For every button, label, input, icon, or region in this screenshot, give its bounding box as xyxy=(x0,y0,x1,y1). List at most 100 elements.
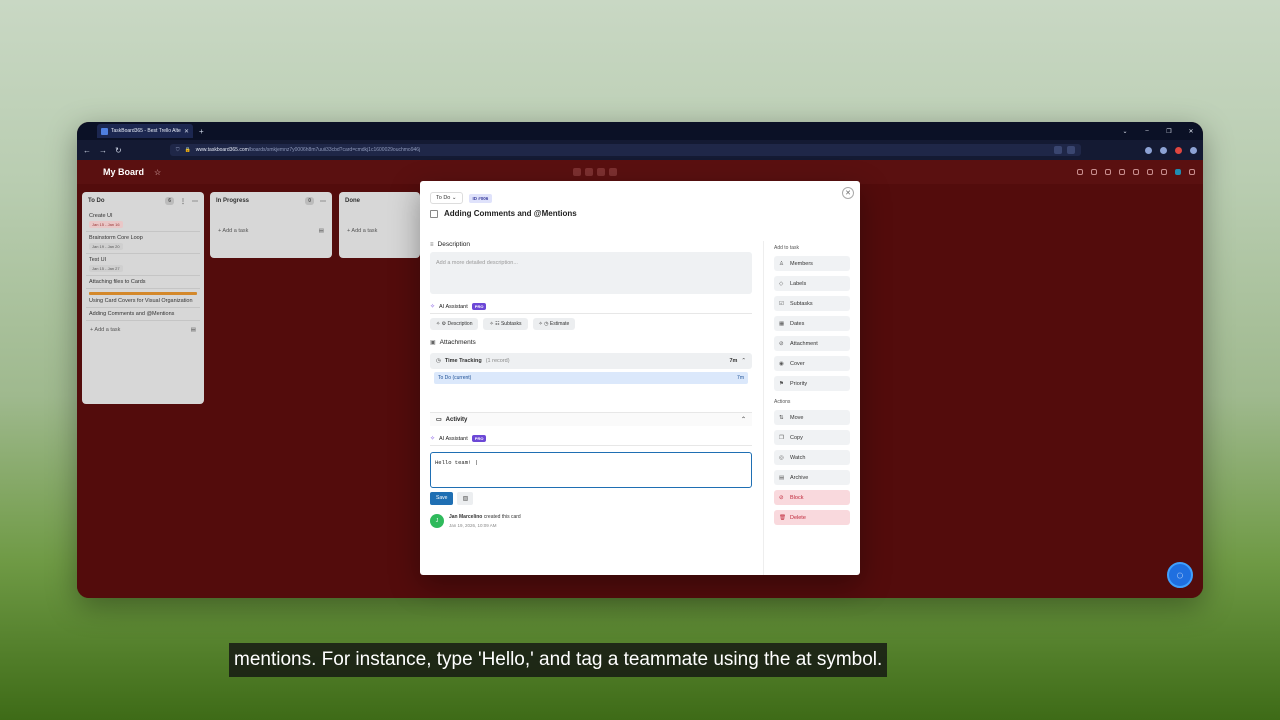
id-badge: ID #006 xyxy=(468,193,493,203)
labels-label: Labels xyxy=(790,280,807,287)
chart-icon[interactable] xyxy=(1077,169,1083,175)
tag-icon: ◇ xyxy=(779,280,784,287)
forward-icon[interactable]: → xyxy=(99,146,107,155)
extension-icon[interactable] xyxy=(1145,146,1152,154)
image-icon[interactable]: ▧ xyxy=(457,492,474,505)
new-tab-icon[interactable]: + xyxy=(199,127,204,136)
save-button[interactable]: Save xyxy=(430,492,454,505)
complete-checkbox[interactable] xyxy=(430,209,438,218)
ai-estimate-button[interactable]: ✧ ◷ Estimate xyxy=(532,318,576,330)
close-tab-icon[interactable]: ✕ xyxy=(184,128,189,135)
browser-tab[interactable]: TaskBoard365 - Best Trello Alte ✕ xyxy=(97,124,193,138)
members-button[interactable]: ♙ Members xyxy=(774,256,850,271)
list-view-icon[interactable] xyxy=(585,168,594,176)
add-task-button[interactable]: + Add a task xyxy=(339,210,420,240)
ai-icon[interactable] xyxy=(1119,169,1125,175)
close-icon[interactable]: ✕ xyxy=(842,187,854,199)
archive-button[interactable]: ▤ Archive xyxy=(774,470,850,485)
address-field[interactable]: ⛉ 🔒 www.taskboard365.com/boards/smkjemnz… xyxy=(169,144,1081,156)
move-button[interactable]: ⇅ Move xyxy=(774,410,850,425)
block-button[interactable]: ⊘ Block xyxy=(774,490,850,505)
chevron-up-icon[interactable]: ⌃ xyxy=(741,416,746,423)
back-icon[interactable]: ← xyxy=(83,146,91,155)
members-icon[interactable] xyxy=(1161,169,1167,175)
delete-button[interactable]: 🗑 Delete xyxy=(774,510,850,525)
eye-icon: ◎ xyxy=(779,454,784,461)
tab-bar: TaskBoard365 - Best Trello Alte ✕ + ⌄ – … xyxy=(77,122,1203,140)
minimize-icon[interactable]: – xyxy=(1143,128,1151,135)
restore-icon[interactable]: ❐ xyxy=(1165,128,1173,135)
ai-subtasks-button[interactable]: ✧ ☷ Subtasks xyxy=(483,318,528,330)
priority-button[interactable]: ⚑ Priority xyxy=(774,376,850,391)
add-task-button[interactable]: + Add a task ▤ xyxy=(210,210,332,240)
time-tracking-header[interactable]: ◷ Time Tracking (1 record) 7m ⌃ xyxy=(430,353,752,369)
task-card[interactable]: Test UI Jan 15 - Jan 27 xyxy=(86,254,200,276)
activity-time: Jan 19, 2026, 10:09 AM xyxy=(449,523,497,528)
description-field[interactable]: Add a more detailed description... xyxy=(430,252,752,294)
close-window-icon[interactable]: ✕ xyxy=(1187,128,1195,135)
extension-icon[interactable] xyxy=(1160,146,1167,154)
dates-label: Dates xyxy=(790,320,805,327)
ai-description-button[interactable]: ✧ ⚙ Description xyxy=(430,318,479,330)
members-label: Members xyxy=(790,260,813,267)
board-title: My Board xyxy=(103,167,145,177)
chat-button[interactable]: ◌ xyxy=(1167,562,1193,588)
watch-button[interactable]: ◎ Watch xyxy=(774,450,850,465)
copy-icon: ❐ xyxy=(779,434,784,441)
card-title[interactable]: Adding Comments and @Mentions xyxy=(444,209,577,218)
status-select[interactable]: To Do ⌄ xyxy=(430,192,463,204)
more-icon[interactable]: ⋮ xyxy=(180,198,186,205)
extension-icon[interactable] xyxy=(1175,146,1182,154)
move-icon: ⇅ xyxy=(779,414,784,421)
pro-badge: PRO xyxy=(471,435,487,442)
task-card[interactable]: Using Card Covers for Visual Organizatio… xyxy=(86,289,200,308)
calendar-icon: ▦ xyxy=(779,320,785,327)
timeline-view-icon[interactable] xyxy=(597,168,606,176)
divider xyxy=(430,313,752,314)
lock-icon[interactable] xyxy=(1147,169,1153,175)
add-task-button[interactable]: + Add a task ▤ xyxy=(82,321,204,339)
more-icon[interactable]: ⋯ xyxy=(192,198,198,205)
filter-icon[interactable] xyxy=(1133,169,1139,175)
task-card[interactable]: Attaching files to Cards xyxy=(86,276,200,289)
more-icon[interactable] xyxy=(1189,169,1195,175)
ai-estimate-label: ◷ Estimate xyxy=(544,321,570,327)
reload-icon[interactable]: ↻ xyxy=(115,146,122,155)
dates-button[interactable]: ▦ Dates xyxy=(774,316,850,331)
time-tracking-count: (1 record) xyxy=(485,358,510,364)
template-icon[interactable]: ▤ xyxy=(319,228,324,234)
reader-icon[interactable] xyxy=(1054,146,1062,154)
bookmark-icon[interactable] xyxy=(1067,146,1075,154)
copy-button[interactable]: ❐ Copy xyxy=(774,430,850,445)
labels-button[interactable]: ◇ Labels xyxy=(774,276,850,291)
subtasks-button[interactable]: ☑ Subtasks xyxy=(774,296,850,311)
share-icon[interactable] xyxy=(1175,169,1181,175)
more-icon[interactable]: ⋯ xyxy=(320,198,326,205)
attachments-label: Attachments xyxy=(439,339,476,346)
cover-button[interactable]: ◉ Cover xyxy=(774,356,850,371)
board-view-icon[interactable] xyxy=(573,168,582,176)
card-date: Jan 15 - Jan 27 xyxy=(89,265,123,272)
task-card[interactable]: Create UI Jan 15 - Jan 16 xyxy=(86,210,200,232)
column-header: To Do 6 ⋮ ⋯ xyxy=(82,192,204,210)
task-card[interactable]: Brainstorm Core Loop Jan 19 - Jan 20 xyxy=(86,232,200,254)
view-switcher xyxy=(573,168,618,176)
activity-icon[interactable] xyxy=(1091,169,1097,175)
automation-icon[interactable] xyxy=(1105,169,1111,175)
chevron-up-icon[interactable]: ⌃ xyxy=(741,358,746,364)
priority-label: Priority xyxy=(790,380,808,387)
template-icon[interactable]: ▤ xyxy=(191,327,196,333)
window-controls: ⌄ – ❐ ✕ xyxy=(1121,128,1203,135)
task-card[interactable]: Adding Comments and @Mentions xyxy=(86,308,200,321)
attachment-button[interactable]: ⊘ Attachment xyxy=(774,336,850,351)
column-in-progress: In Progress 0 ⋯ + Add a task ▤ xyxy=(210,192,332,258)
star-icon[interactable]: ☆ xyxy=(154,168,161,177)
calendar-view-icon[interactable] xyxy=(609,168,618,176)
ai-actions: ✧ ⚙ Description ✧ ☷ Subtasks ✧ ◷ Estimat… xyxy=(430,318,752,330)
comment-input[interactable]: Hello team! | xyxy=(430,452,752,488)
activity-header[interactable]: ▭ Activity ⌃ xyxy=(430,412,752,426)
time-record-label: To Do (current) xyxy=(438,375,472,381)
tab-list-icon[interactable]: ⌄ xyxy=(1121,128,1129,135)
menu-icon[interactable] xyxy=(1190,146,1197,154)
lock-icon: 🔒 xyxy=(184,147,191,153)
